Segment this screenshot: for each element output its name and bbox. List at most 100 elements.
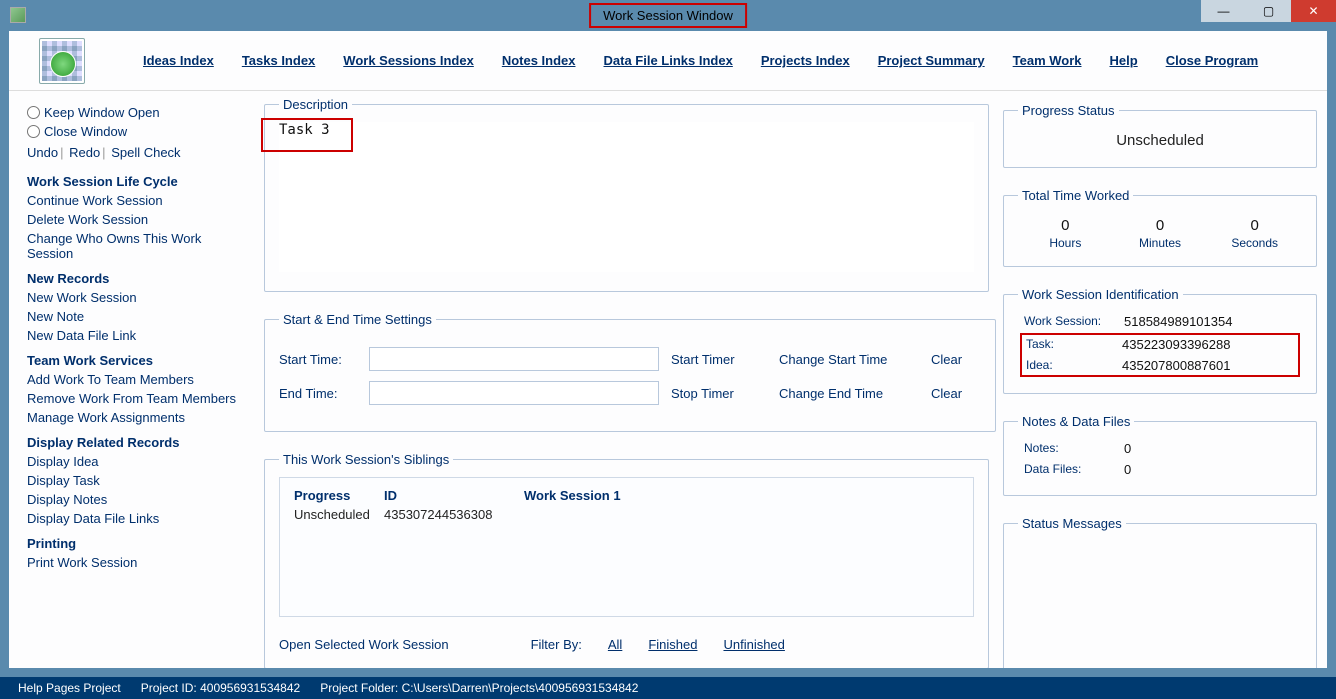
notes-data-files-panel: Notes & Data Files Notes: 0 Data Files: …	[1003, 414, 1317, 496]
stop-timer-link[interactable]: Stop Timer	[671, 386, 767, 401]
link-print-work-session[interactable]: Print Work Session	[27, 555, 248, 570]
notes-legend: Notes & Data Files	[1018, 414, 1134, 429]
identification-legend: Work Session Identification	[1018, 287, 1183, 302]
ident-idea-key: Idea:	[1026, 358, 1122, 373]
ttw-seconds-value: 0	[1207, 217, 1302, 234]
ident-idea-value: 435207800887601	[1122, 358, 1294, 373]
maximize-button[interactable]: ▢	[1246, 0, 1291, 22]
menu-team-work[interactable]: Team Work	[1013, 53, 1082, 68]
link-change-owner[interactable]: Change Who Owns This Work Session	[27, 231, 248, 261]
ttw-seconds-label: Seconds	[1231, 236, 1278, 250]
link-new-work-session[interactable]: New Work Session	[27, 290, 248, 305]
spell-check-link[interactable]: Spell Check	[111, 145, 180, 160]
link-remove-work-team[interactable]: Remove Work From Team Members	[27, 391, 248, 406]
ident-task-key: Task:	[1026, 337, 1122, 352]
footer-folder-value: C:\Users\Darren\Projects\400956931534842	[402, 681, 639, 695]
filter-all-link[interactable]: All	[608, 637, 622, 652]
group-printing: Printing	[27, 536, 248, 551]
window-title: Work Session Window	[589, 3, 747, 28]
link-delete-work-session[interactable]: Delete Work Session	[27, 212, 248, 227]
link-new-data-file-link[interactable]: New Data File Link	[27, 328, 248, 343]
filter-finished-link[interactable]: Finished	[648, 637, 697, 652]
progress-status-panel: Progress Status Unscheduled	[1003, 103, 1317, 168]
group-lifecycle: Work Session Life Cycle	[27, 174, 248, 189]
open-selected-ws-link[interactable]: Open Selected Work Session	[279, 637, 449, 652]
link-manage-assignments[interactable]: Manage Work Assignments	[27, 410, 248, 425]
description-input[interactable]: Task 3	[279, 122, 974, 272]
total-time-worked-panel: Total Time Worked 0 Hours 0 Minutes 0 Secon…	[1003, 188, 1317, 267]
siblings-panel: This Work Session's Siblings Progress ID…	[264, 452, 989, 668]
menu-project-summary[interactable]: Project Summary	[878, 53, 985, 68]
status-messages-panel: Status Messages	[1003, 516, 1317, 668]
app-window-icon	[10, 7, 26, 23]
ttw-hours-value: 0	[1018, 217, 1113, 234]
group-new-records: New Records	[27, 271, 248, 286]
ttw-minutes-value: 0	[1113, 217, 1208, 234]
menu-tasks-index[interactable]: Tasks Index	[242, 53, 315, 68]
progress-status-legend: Progress Status	[1018, 103, 1119, 118]
link-display-notes[interactable]: Display Notes	[27, 492, 248, 507]
menu-work-sessions-index[interactable]: Work Sessions Index	[343, 53, 474, 68]
window-close-button[interactable]: ✕	[1291, 0, 1336, 22]
data-files-count-key: Data Files:	[1024, 462, 1124, 477]
radio-label: Keep Window Open	[44, 105, 160, 120]
calendar-clock-icon	[39, 38, 85, 84]
siblings-legend: This Work Session's Siblings	[279, 452, 453, 467]
clear-start-link[interactable]: Clear	[931, 352, 981, 367]
footer-help-project[interactable]: Help Pages Project	[18, 681, 121, 695]
radio-label: Close Window	[44, 124, 127, 139]
minimize-button[interactable]: —	[1201, 0, 1246, 22]
data-files-count-value: 0	[1124, 462, 1296, 477]
footer-folder-label: Project Folder:	[320, 681, 398, 695]
highlight-annotation: Task: 435223093396288 Idea: 435207800887…	[1020, 333, 1300, 377]
cell-progress: Unscheduled	[294, 507, 384, 522]
table-row[interactable]: Unscheduled 435307244536308	[294, 507, 959, 522]
description-legend: Description	[279, 97, 352, 112]
col-header-id: ID	[384, 488, 524, 503]
time-settings-panel: Start & End Time Settings Start Time: St…	[264, 312, 996, 432]
siblings-table[interactable]: Progress ID Work Session 1 Unscheduled 4…	[279, 477, 974, 617]
end-time-input[interactable]	[369, 381, 659, 405]
ttw-minutes-label: Minutes	[1139, 236, 1181, 250]
start-timer-link[interactable]: Start Timer	[671, 352, 767, 367]
radio-close-window[interactable]: Close Window	[27, 124, 248, 139]
description-panel: Description Task 3	[264, 97, 989, 292]
ttw-hours-label: Hours	[1049, 236, 1081, 250]
redo-link[interactable]: Redo	[69, 145, 100, 160]
time-settings-legend: Start & End Time Settings	[279, 312, 436, 327]
client-area: Ideas Index Tasks Index Work Sessions In…	[8, 30, 1328, 669]
center-column: Description Task 3 Start & End Time Sett…	[254, 91, 999, 668]
footer-pid-label: Project ID:	[141, 681, 197, 695]
ttw-legend: Total Time Worked	[1018, 188, 1133, 203]
menu-projects-index[interactable]: Projects Index	[761, 53, 850, 68]
clear-end-link[interactable]: Clear	[931, 386, 981, 401]
end-time-label: End Time:	[279, 386, 357, 401]
change-start-time-link[interactable]: Change Start Time	[779, 352, 919, 367]
change-end-time-link[interactable]: Change End Time	[779, 386, 919, 401]
menu-data-file-links-index[interactable]: Data File Links Index	[604, 53, 733, 68]
start-time-input[interactable]	[369, 347, 659, 371]
menu-bar: Ideas Index Tasks Index Work Sessions In…	[9, 31, 1327, 91]
menu-close-program[interactable]: Close Program	[1166, 53, 1258, 68]
menu-help[interactable]: Help	[1110, 53, 1138, 68]
ident-ws-value: 518584989101354	[1124, 314, 1296, 329]
progress-status-value: Unscheduled	[1018, 128, 1302, 151]
undo-link[interactable]: Undo	[27, 145, 58, 160]
menu-notes-index[interactable]: Notes Index	[502, 53, 576, 68]
link-add-work-team[interactable]: Add Work To Team Members	[27, 372, 248, 387]
link-new-note[interactable]: New Note	[27, 309, 248, 324]
menu-ideas-index[interactable]: Ideas Index	[143, 53, 214, 68]
notes-count-value: 0	[1124, 441, 1296, 456]
ident-ws-key: Work Session:	[1024, 314, 1124, 329]
right-column: Progress Status Unscheduled Total Time W…	[999, 91, 1327, 668]
status-bar: Help Pages Project Project ID: 400956931…	[0, 677, 1336, 699]
sidebar: Keep Window Open Close Window Undo| Redo…	[9, 91, 254, 668]
link-display-data-file-links[interactable]: Display Data File Links	[27, 511, 248, 526]
col-header-progress: Progress	[294, 488, 384, 503]
radio-keep-window-open[interactable]: Keep Window Open	[27, 105, 248, 120]
link-display-task[interactable]: Display Task	[27, 473, 248, 488]
link-display-idea[interactable]: Display Idea	[27, 454, 248, 469]
filter-unfinished-link[interactable]: Unfinished	[723, 637, 784, 652]
identification-panel: Work Session Identification Work Session…	[1003, 287, 1317, 394]
link-continue-work-session[interactable]: Continue Work Session	[27, 193, 248, 208]
